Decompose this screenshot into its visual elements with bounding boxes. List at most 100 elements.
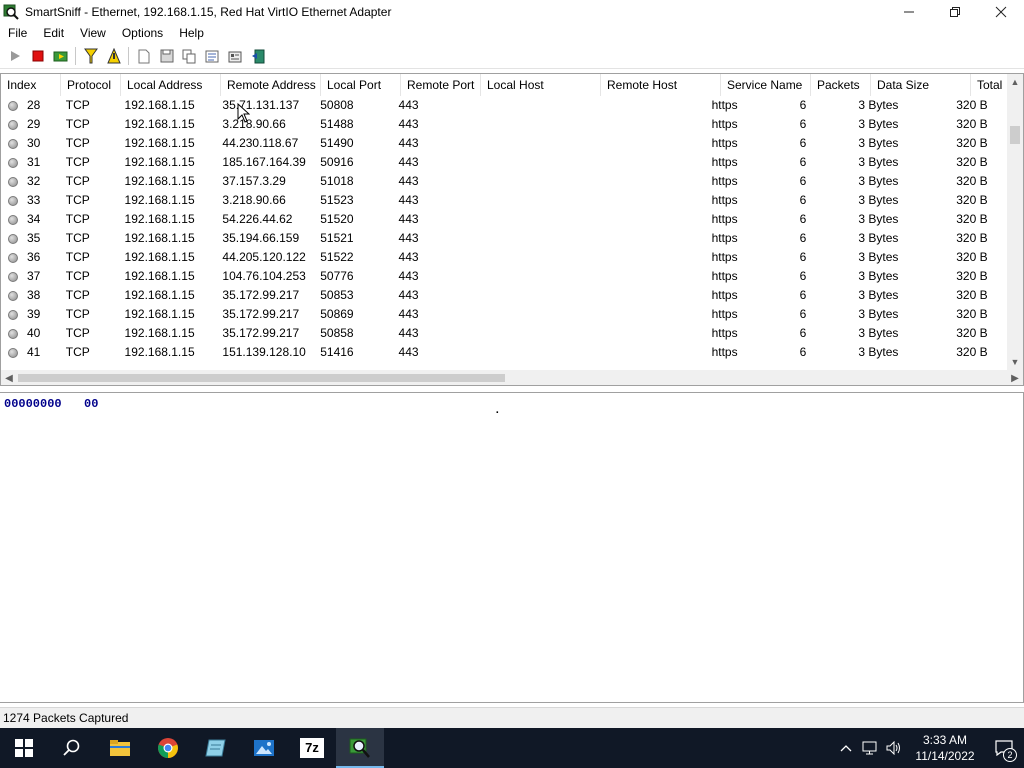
menu-options[interactable]: Options [114, 23, 171, 43]
connection-status-icon [8, 347, 18, 358]
capture-options-button[interactable] [49, 45, 72, 67]
horizontal-scrollbar[interactable]: ◀ ▶ [1, 370, 1023, 385]
scroll-right-icon[interactable]: ▶ [1007, 370, 1023, 385]
cell-total: 320 B [956, 269, 988, 283]
table-row[interactable]: 36 TCP 192.168.1.15 44.205.120.122 51522 443 h… [1, 248, 1009, 267]
table-row[interactable]: 40 TCP 192.168.1.15 35.172.99.217 50858 443 ht… [1, 324, 1009, 343]
capture-filter-button[interactable] [79, 45, 102, 67]
table-row[interactable]: 32 TCP 192.168.1.15 37.157.3.29 51018 443 http… [1, 172, 1009, 191]
exit-button[interactable] [247, 45, 270, 67]
show-hidden-icons-button[interactable] [834, 728, 858, 768]
list-header: Index Protocol Local Address Remote Address… [1, 74, 1023, 96]
scroll-left-icon[interactable]: ◀ [1, 370, 17, 385]
close-button[interactable] [978, 0, 1024, 23]
table-row[interactable]: 38 TCP 192.168.1.15 35.172.99.217 50853 443 ht… [1, 286, 1009, 305]
cell-local-host [471, 153, 588, 172]
cell-local-port: 51523 [320, 193, 354, 207]
header-col-index[interactable]: Index [1, 74, 61, 96]
cell-protocol: TCP [65, 174, 90, 188]
properties-button[interactable] [224, 45, 247, 67]
horizontal-scroll-thumb[interactable] [18, 374, 505, 382]
display-filter-button[interactable] [102, 45, 125, 67]
table-row[interactable]: 35 TCP 192.168.1.15 35.194.66.159 51521 443 ht… [1, 229, 1009, 248]
header-col-remote-host[interactable]: Remote Host [601, 74, 721, 96]
table-row[interactable]: 39 TCP 192.168.1.15 35.172.99.217 50869 443 ht… [1, 305, 1009, 324]
packet-list[interactable]: Index Protocol Local Address Remote Address… [0, 73, 1024, 386]
start-icon [15, 739, 33, 757]
header-col-data-size[interactable]: Data Size [871, 74, 971, 96]
table-row[interactable]: 30 TCP 192.168.1.15 44.230.118.67 51490 443 ht… [1, 134, 1009, 153]
header-col-local-host[interactable]: Local Host [481, 74, 601, 96]
minimize-button[interactable] [886, 0, 932, 23]
cell-remote-port: 443 [398, 250, 419, 264]
header-col-local-port[interactable]: Local Port [321, 74, 401, 96]
cell-protocol: TCP [65, 250, 90, 264]
taskbar-file-explorer[interactable] [96, 728, 144, 768]
action-center-button[interactable]: 2 [984, 728, 1024, 768]
connection-status-icon [8, 176, 18, 187]
row-index: 31 [27, 155, 41, 169]
start-capture-button[interactable] [3, 45, 26, 67]
cell-local-host [471, 267, 588, 286]
table-row[interactable]: 31 TCP 192.168.1.15 185.167.164.39 50916 443 h… [1, 153, 1009, 172]
hex-dump-pane[interactable]: 00000000 00 . [0, 392, 1024, 703]
menu-edit[interactable]: Edit [35, 23, 72, 43]
connection-status-icon [8, 195, 18, 206]
cell-local-port: 50776 [320, 269, 354, 283]
scroll-up-icon[interactable]: ▲ [1007, 74, 1023, 90]
header-col-remote-address[interactable]: Remote Address [221, 74, 321, 96]
header-col-local-address[interactable]: Local Address [121, 74, 221, 96]
cell-service-name: https [711, 98, 738, 112]
table-row[interactable]: 34 TCP 192.168.1.15 54.226.44.62 51520 443 htt… [1, 210, 1009, 229]
cell-local-host [471, 324, 588, 343]
volume-button[interactable] [882, 728, 906, 768]
restore-button[interactable] [932, 0, 978, 23]
stop-capture-button[interactable] [26, 45, 49, 67]
select-all-button[interactable] [201, 45, 224, 67]
table-row[interactable]: 28 TCP 192.168.1.15 35.71.131.137 50808 443 ht… [1, 96, 1009, 115]
new-button[interactable] [132, 45, 155, 67]
header-col-service-name[interactable]: Service Name [721, 74, 811, 96]
search-button[interactable] [48, 728, 96, 768]
cell-remote-port: 443 [398, 212, 419, 226]
taskbar-photos[interactable] [240, 728, 288, 768]
toolbar-separator [128, 47, 129, 65]
cell-remote-port: 443 [398, 117, 419, 131]
network-button[interactable] [858, 728, 882, 768]
cell-remote-address: 104.76.104.253 [222, 269, 306, 283]
cell-packets: 6 [799, 155, 807, 169]
header-col-packets[interactable]: Packets [811, 74, 871, 96]
table-row[interactable]: 33 TCP 192.168.1.15 3.218.90.66 51523 443 http… [1, 191, 1009, 210]
cell-remote-port: 443 [398, 155, 419, 169]
table-row[interactable]: 37 TCP 192.168.1.15 104.76.104.253 50776 443 h… [1, 267, 1009, 286]
copy-button[interactable] [178, 45, 201, 67]
cell-packets: 6 [799, 269, 807, 283]
cell-service-name: https [711, 231, 738, 245]
notification-count: 2 [1003, 748, 1017, 762]
connection-status-icon [8, 100, 18, 111]
menu-view[interactable]: View [72, 23, 114, 43]
taskbar-clock[interactable]: 3:33 AM 11/14/2022 [906, 732, 984, 764]
network-icon [862, 741, 877, 755]
taskbar-notepad[interactable] [192, 728, 240, 768]
taskbar-smartsniff[interactable] [336, 728, 384, 768]
header-col-remote-port[interactable]: Remote Port [401, 74, 481, 96]
save-button[interactable] [155, 45, 178, 67]
vertical-scrollbar[interactable]: ▲ ▼ [1007, 74, 1023, 370]
smartsniff-app-icon[interactable] [3, 4, 19, 20]
cell-remote-host [588, 96, 705, 115]
scroll-down-icon[interactable]: ▼ [1007, 354, 1023, 370]
table-row[interactable]: 41 TCP 192.168.1.15 151.139.128.10 51416 443 h… [1, 343, 1009, 362]
header-col-protocol[interactable]: Protocol [61, 74, 121, 96]
start-button[interactable] [0, 728, 48, 768]
cell-data-size: 3 Bytes [858, 174, 899, 188]
cell-remote-host [588, 324, 705, 343]
cell-local-port: 51520 [320, 212, 354, 226]
menu-file[interactable]: File [0, 23, 35, 43]
taskbar-chrome[interactable] [144, 728, 192, 768]
menu-help[interactable]: Help [171, 23, 212, 43]
cell-remote-address: 35.194.66.159 [222, 231, 300, 245]
taskbar-7zip[interactable]: 7z [288, 728, 336, 768]
table-row[interactable]: 29 TCP 192.168.1.15 3.218.90.66 51488 443 http… [1, 115, 1009, 134]
vertical-scroll-thumb[interactable] [1010, 126, 1020, 144]
